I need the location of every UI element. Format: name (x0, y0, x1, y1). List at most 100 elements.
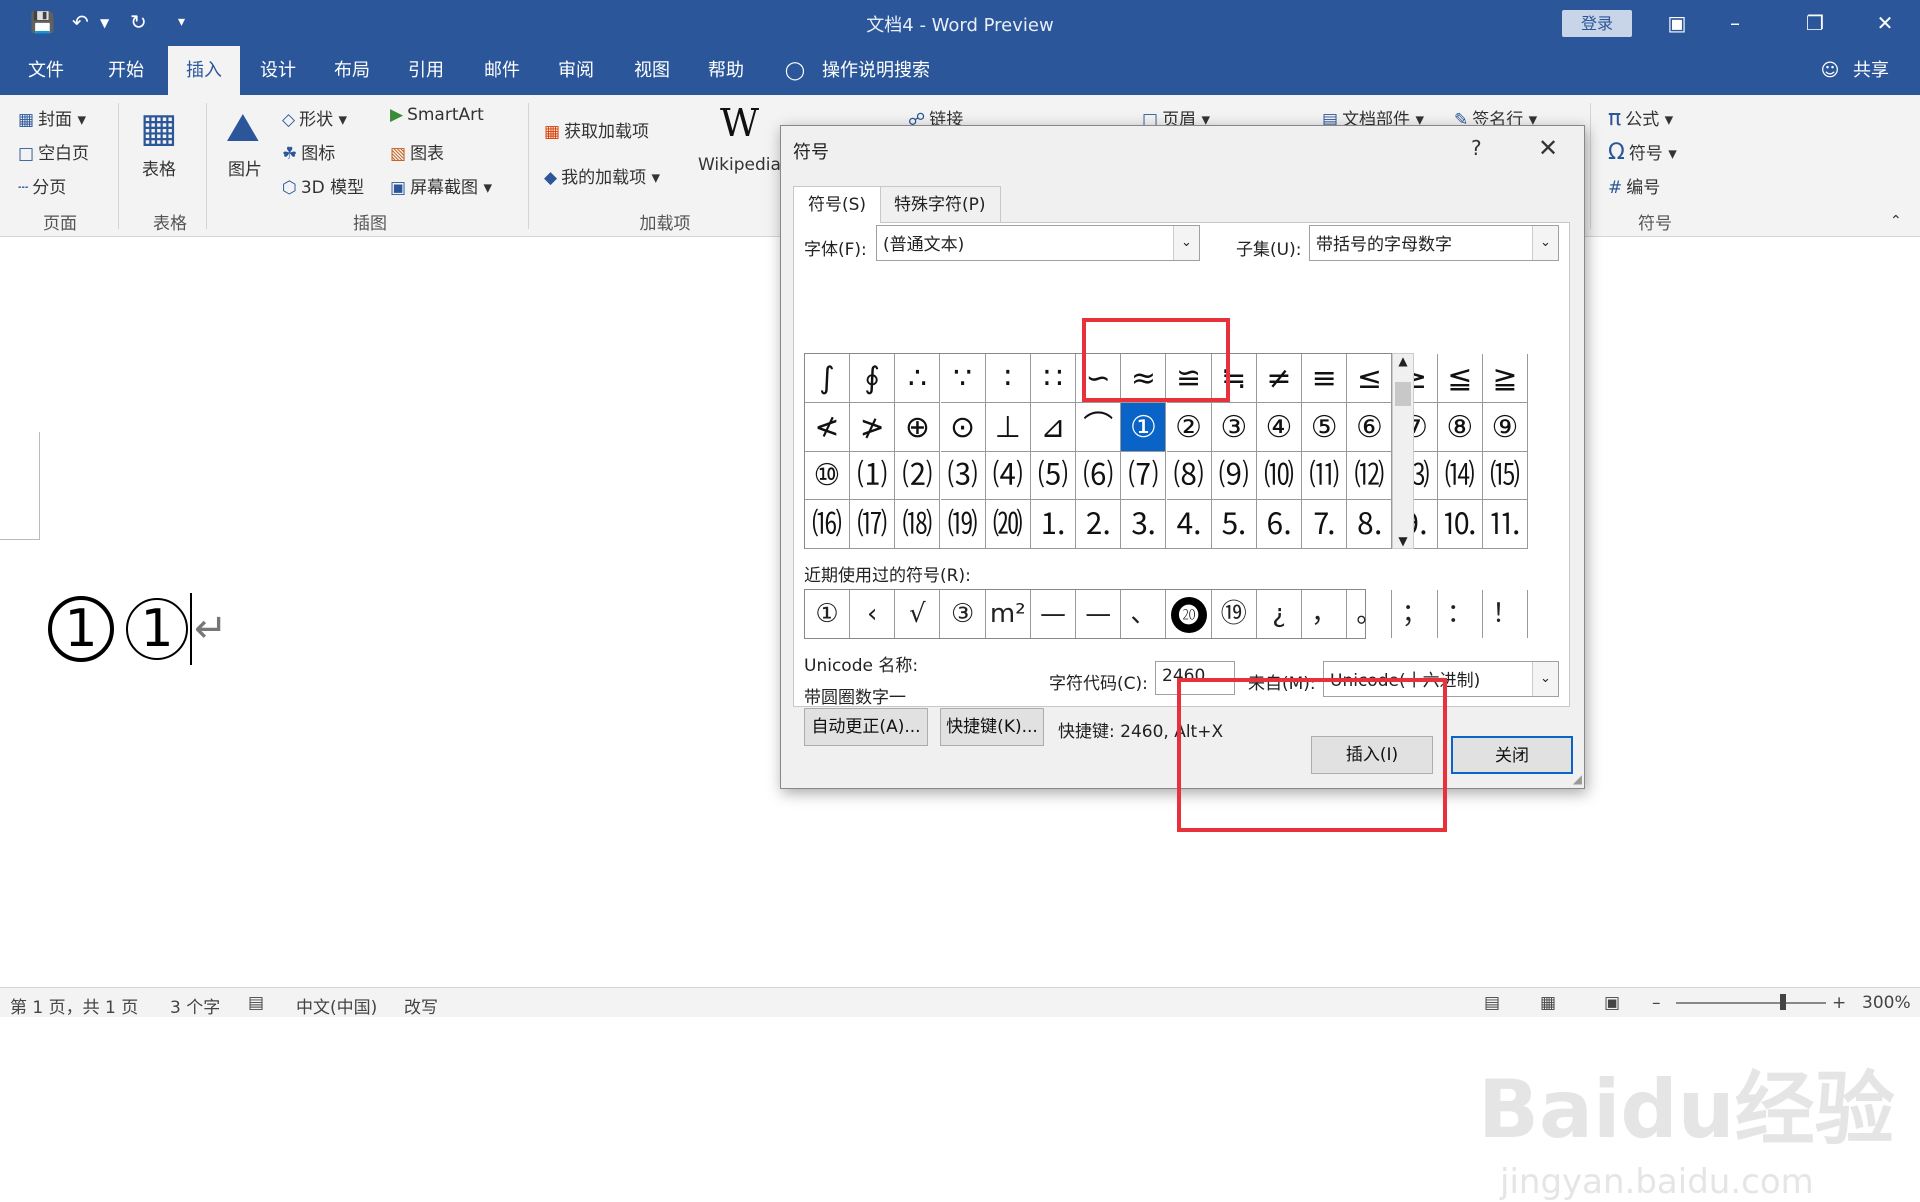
get-addins-button[interactable]: ▦ 获取加载项 (544, 117, 649, 142)
symbol-cell[interactable]: ≡ (1302, 354, 1348, 403)
recent-symbol-cell[interactable]: 。 (1347, 590, 1393, 638)
symbol-cell[interactable]: ⌒ (1076, 402, 1122, 452)
tab-help[interactable]: 帮助 (700, 46, 752, 95)
symbol-cell[interactable]: ⒍ (1257, 499, 1302, 549)
recent-symbol-cell[interactable]: ； (1393, 590, 1438, 638)
recent-symbols[interactable]: ① ‹ √ ③ m² — —、 ⓴ ⑲ ¿，。；：！ (804, 589, 1528, 639)
wikipedia-button[interactable]: Wikipedia (698, 155, 781, 175)
proofing-icon[interactable]: ▤ (248, 993, 264, 1013)
tab-symbols[interactable]: 符号(S) (793, 186, 882, 223)
recent-symbol-cell[interactable]: ， (1302, 590, 1348, 638)
symbol-cell[interactable]: ⒁ (1437, 451, 1483, 500)
symbol-cell[interactable]: ≦ (1437, 354, 1483, 403)
symbol-cell[interactable]: ⊥ (985, 402, 1031, 452)
tab-mailings[interactable]: 邮件 (476, 46, 528, 95)
symbol-cell[interactable]: ⑼ (1211, 451, 1257, 500)
symbol-cell[interactable]: ⒅ (895, 499, 941, 549)
page-break-button[interactable]: ┄ 分页 (18, 173, 66, 198)
pictures-button[interactable]: 图片 (228, 155, 262, 180)
ribbon-display-options-icon[interactable]: ▣ (1662, 8, 1692, 38)
symbol-cell[interactable]: ⊿ (1031, 402, 1076, 452)
symbol-cell[interactable]: ⑻ (1166, 451, 1212, 500)
recent-symbol-cell[interactable]: √ (895, 590, 941, 638)
picture-icon[interactable]: ⛰ (226, 105, 260, 151)
symbol-cell[interactable]: ⑿ (1347, 451, 1393, 500)
symbol-cell[interactable]: ⑨ (1483, 402, 1528, 452)
symbol-cell[interactable]: ⒌ (1211, 499, 1257, 549)
symbol-cell[interactable]: ⑶ (940, 451, 986, 500)
symbol-cell[interactable]: ∮ (850, 354, 896, 403)
my-addins-button[interactable]: ◆ 我的加载项 ▾ (544, 163, 660, 188)
table-button[interactable]: 表格 (142, 155, 176, 180)
tab-review[interactable]: 审阅 (550, 46, 602, 95)
screenshot-button[interactable]: ▣ 屏幕截图 ▾ (390, 173, 492, 198)
symbol-cell[interactable]: ⑸ (1031, 451, 1076, 500)
word-count[interactable]: 3 个字 (170, 993, 220, 1018)
tab-design[interactable]: 设计 (252, 46, 304, 95)
symbol-cell[interactable]: ∫ (805, 354, 850, 403)
recent-symbol-cell[interactable]: — (1031, 590, 1076, 638)
tab-insert[interactable]: 插入 (168, 46, 240, 95)
symbol-cell[interactable]: ⑾ (1302, 451, 1348, 500)
symbol-cell[interactable]: ∷ (1031, 354, 1076, 403)
recent-symbol-cell[interactable]: m² (986, 590, 1031, 638)
font-select[interactable]: (普通文本) ⌄ (876, 225, 1200, 261)
symbol-cell[interactable]: ⒊ (1121, 499, 1167, 549)
symbol-cell[interactable]: ⒎ (1302, 499, 1348, 549)
symbol-button[interactable]: Ω 符号 ▾ (1608, 139, 1677, 165)
symbol-cell[interactable]: ⑩ (805, 451, 850, 500)
symbol-cell[interactable]: ⑧ (1437, 402, 1483, 452)
symbol-cell[interactable]: ⊙ (940, 402, 986, 452)
read-mode-icon[interactable]: ▤ (1484, 993, 1500, 1013)
symbol-cell[interactable]: ∴ (895, 354, 941, 403)
symbol-cell[interactable]: ∵ (940, 354, 986, 403)
symbol-cell[interactable]: ≤ (1347, 354, 1393, 403)
tab-references[interactable]: 引用 (400, 46, 452, 95)
symbol-cell[interactable]: ⑥ (1347, 402, 1393, 452)
symbol-cell[interactable]: ⒋ (1166, 499, 1212, 549)
tab-view[interactable]: 视图 (626, 46, 678, 95)
table-icon[interactable]: ▦ (140, 105, 178, 151)
symbol-cell[interactable]: ⑴ (850, 451, 896, 500)
cover-page-button[interactable]: ▦ 封面 ▾ (18, 105, 86, 130)
symbol-grid-scrollbar[interactable]: ▲ ▼ (1392, 353, 1414, 549)
shortcut-key-button[interactable]: 快捷键(K)... (940, 708, 1044, 746)
symbol-cell[interactable]: ⒄ (850, 499, 896, 549)
zoom-slider[interactable] (1676, 1002, 1826, 1004)
autocorrect-button[interactable]: 自动更正(A)... (804, 708, 928, 746)
blank-page-button[interactable]: □ 空白页 (18, 139, 89, 164)
symbol-cell[interactable]: ⒑ (1437, 499, 1483, 549)
symbol-cell[interactable]: ∶ (985, 354, 1031, 403)
symbol-cell[interactable]: ⒏ (1347, 499, 1393, 549)
symbol-cell[interactable]: ⑷ (985, 451, 1031, 500)
tab-home[interactable]: 开始 (100, 46, 152, 95)
recent-symbol-cell[interactable]: ： (1438, 590, 1483, 638)
symbol-cell[interactable]: ⒉ (1076, 499, 1122, 549)
minimize-icon[interactable]: – (1720, 8, 1750, 38)
subset-select[interactable]: 带括号的字母数字 ⌄ (1309, 225, 1559, 261)
symbol-cell[interactable]: ⑵ (895, 451, 941, 500)
help-button[interactable]: ? (1471, 136, 1482, 160)
symbol-cell[interactable]: ≯ (850, 402, 896, 452)
scroll-up-icon[interactable]: ▲ (1393, 354, 1413, 368)
equation-button[interactable]: π 公式 ▾ (1608, 105, 1673, 131)
print-layout-icon[interactable]: ▦ (1540, 993, 1556, 1013)
page-count[interactable]: 第 1 页，共 1 页 (10, 993, 138, 1018)
tab-special-characters[interactable]: 特殊字符(P) (879, 186, 1001, 222)
3d-models-button[interactable]: ⬡ 3D 模型 (282, 173, 364, 198)
tab-layout[interactable]: 布局 (326, 46, 378, 95)
restore-icon[interactable]: ❐ (1800, 8, 1830, 38)
symbol-cell[interactable]: ⒈ (1031, 499, 1076, 549)
symbol-cell[interactable]: ⑺ (1121, 451, 1167, 500)
recent-symbol-cell[interactable]: 、 (1121, 590, 1167, 638)
recent-symbol-cell[interactable]: — (1076, 590, 1122, 638)
chart-button[interactable]: ▧ 图表 (390, 139, 444, 164)
resize-grip-icon[interactable]: ◢ (1573, 772, 1582, 786)
close-window-icon[interactable]: ✕ (1870, 8, 1900, 38)
symbol-cell[interactable]: ② (1166, 402, 1212, 452)
symbol-cell[interactable]: ≧ (1483, 354, 1528, 403)
recent-symbol-cell[interactable]: ① (805, 590, 850, 638)
zoom-level[interactable]: 300% (1862, 993, 1911, 1013)
symbol-cell[interactable]: ⒒ (1483, 499, 1528, 549)
web-layout-icon[interactable]: ▣ (1604, 993, 1620, 1013)
